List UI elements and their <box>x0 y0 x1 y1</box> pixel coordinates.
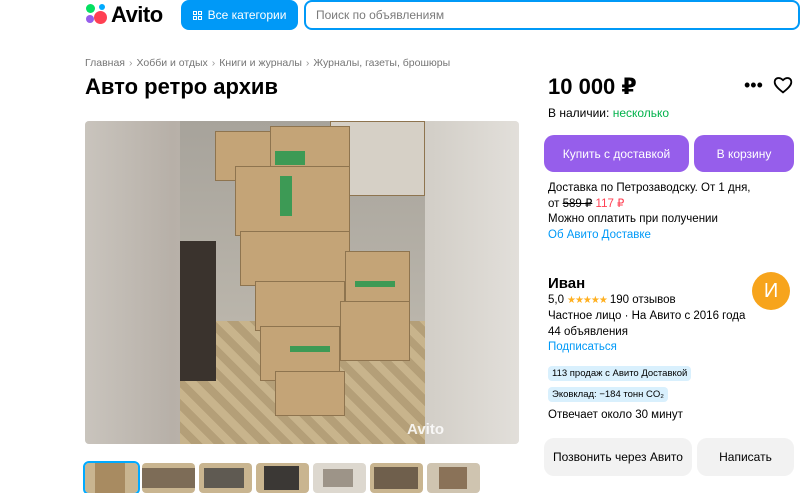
search-input[interactable] <box>304 0 800 30</box>
chevron-right-icon: › <box>305 57 310 69</box>
breadcrumb-item[interactable]: Главная <box>85 57 125 69</box>
grid-icon <box>192 10 202 20</box>
thumbnail[interactable] <box>313 463 366 493</box>
breadcrumb-item[interactable]: Книги и журналы <box>219 57 302 69</box>
thumbnail-strip <box>83 461 480 493</box>
thumbnail[interactable] <box>199 463 252 493</box>
chevron-right-icon: › <box>128 57 133 69</box>
stock-status: В наличии: несколько <box>548 106 669 120</box>
breadcrumb-item[interactable]: Журналы, газеты, брошюры <box>313 57 450 69</box>
seller-ads-count: 44 объявления <box>548 325 628 338</box>
all-categories-button[interactable]: Все категории <box>181 0 298 30</box>
stock-label: В наличии: <box>548 106 610 120</box>
buy-with-delivery-button[interactable]: Купить с доставкой <box>544 135 689 172</box>
call-button[interactable]: Позвонить через Авито <box>544 438 692 476</box>
listing-title: Авто ретро архив <box>85 74 278 99</box>
avito-logo[interactable]: Avito <box>85 2 163 28</box>
subscribe-link[interactable]: Подписаться <box>548 340 745 356</box>
about-delivery-link[interactable]: Об Авито Доставке <box>548 228 751 244</box>
stock-value: несколько <box>612 106 670 120</box>
seller-rating[interactable]: 5,0 ★★★★★ 190 отзывов <box>548 294 676 306</box>
price: 10 000 ₽ <box>548 74 637 99</box>
delivery-price: от 589 ₽ 117 ₽ <box>548 197 751 213</box>
message-button[interactable]: Написать <box>697 438 794 476</box>
chevron-right-icon: › <box>211 57 216 69</box>
delivery-from: от <box>548 197 560 210</box>
delivery-line: Доставка по Петрозаводску. От 1 дня, <box>548 182 751 194</box>
avatar[interactable]: И <box>752 272 790 310</box>
rating-value: 5,0 <box>548 294 564 306</box>
seller-name[interactable]: Иван <box>548 275 585 292</box>
logo-text: Avito <box>111 2 163 27</box>
reply-time: Отвечает около 30 минут <box>548 409 683 421</box>
seller-badges: 113 продаж с Авито Доставкой Эковклад: −… <box>548 363 692 405</box>
delivery-old-price: 589 ₽ <box>562 197 593 210</box>
delivery-new-price: 117 ₽ <box>595 197 625 210</box>
thumbnail[interactable] <box>256 463 309 493</box>
thumbnail[interactable] <box>142 463 195 493</box>
eco-badge: Эковклад: −184 тонн CO₂ <box>548 387 668 402</box>
main-photo[interactable]: Avito <box>85 121 519 444</box>
favorite-heart-icon[interactable] <box>773 76 793 94</box>
delivery-info: Доставка по Петрозаводску. От 1 дня, от … <box>548 181 751 243</box>
breadcrumb-item[interactable]: Хобби и отдых <box>136 57 207 69</box>
thumbnail[interactable] <box>370 463 423 493</box>
seller-info: Частное лицо · На Авито с 2016 года 44 о… <box>548 309 745 356</box>
add-to-cart-button[interactable]: В корзину <box>694 135 794 172</box>
reviews-count: 190 отзывов <box>609 294 676 306</box>
thumbnail[interactable] <box>427 463 480 493</box>
avito-watermark: Avito <box>407 421 444 438</box>
star-rating-icon: ★★★★★ <box>567 294 608 306</box>
sales-badge: 113 продаж с Авито Доставкой <box>548 366 692 381</box>
thumbnail[interactable] <box>83 461 140 493</box>
more-options-icon[interactable]: ••• <box>744 76 763 94</box>
avito-logo-icon <box>85 4 107 26</box>
breadcrumb: Главная › Хобби и отдых › Книги и журнал… <box>85 57 450 69</box>
pay-on-receipt: Можно оплатить при получении <box>548 213 718 225</box>
all-categories-label: Все категории <box>207 8 287 22</box>
seller-type: Частное лицо · На Авито с 2016 года <box>548 310 746 322</box>
photo-image <box>180 121 425 444</box>
